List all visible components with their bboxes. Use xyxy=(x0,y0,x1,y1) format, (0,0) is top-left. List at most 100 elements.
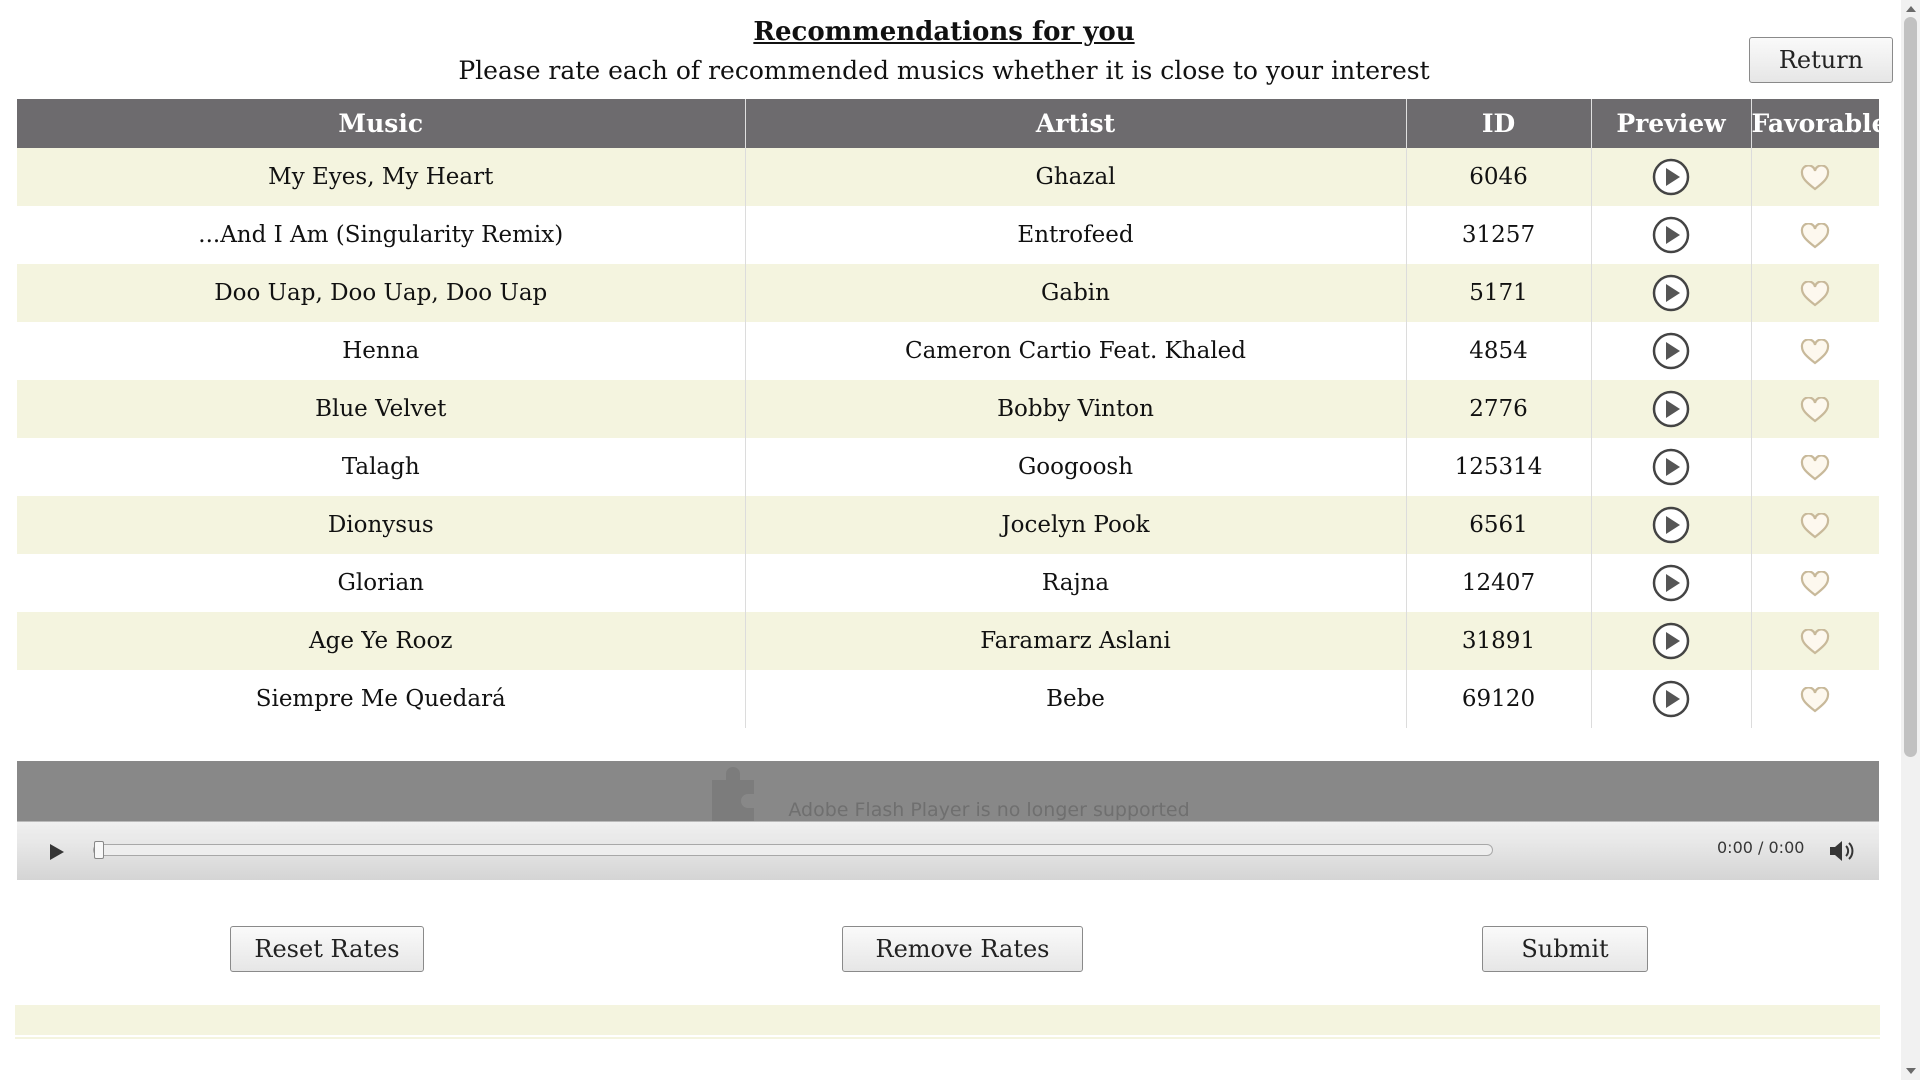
favorable-cell xyxy=(1751,496,1879,554)
footer-divider xyxy=(15,1037,1880,1039)
favorable-cell xyxy=(1751,438,1879,496)
music-title: Glorian xyxy=(17,554,746,612)
play-circle-icon[interactable] xyxy=(1651,331,1691,371)
table-row: ...And I Am (Singularity Remix) Entrofeed… xyxy=(17,206,1879,264)
play-circle-icon[interactable] xyxy=(1651,273,1691,313)
favorable-cell xyxy=(1751,148,1879,206)
column-header-music: Music xyxy=(17,99,746,148)
artist-name: Rajna xyxy=(745,554,1407,612)
table-row: Henna Cameron Cartio Feat. Khaled 4854 xyxy=(17,322,1879,380)
heart-outline-icon[interactable] xyxy=(1800,221,1830,249)
preview-cell xyxy=(1591,206,1752,264)
favorable-cell xyxy=(1751,206,1879,264)
play-circle-icon[interactable] xyxy=(1651,215,1691,255)
artist-name: Bobby Vinton xyxy=(745,380,1407,438)
play-circle-icon[interactable] xyxy=(1651,389,1691,429)
scroll-thumb[interactable] xyxy=(1904,17,1917,757)
music-title: My Eyes, My Heart xyxy=(17,148,746,206)
scroll-down-arrow-icon[interactable] xyxy=(1906,1068,1916,1074)
music-id: 2776 xyxy=(1406,380,1592,438)
column-header-artist: Artist xyxy=(745,99,1407,148)
music-id: 125314 xyxy=(1406,438,1592,496)
table-row: Blue Velvet Bobby Vinton 2776 xyxy=(17,380,1879,438)
preview-cell xyxy=(1591,670,1752,728)
page-title: Recommendations for you xyxy=(753,17,1135,47)
preview-cell xyxy=(1591,264,1752,322)
preview-cell xyxy=(1591,438,1752,496)
play-icon[interactable] xyxy=(45,841,67,863)
artist-name: Cameron Cartio Feat. Khaled xyxy=(745,322,1407,380)
heart-outline-icon[interactable] xyxy=(1800,627,1830,655)
artist-name: Ghazal xyxy=(745,148,1407,206)
play-circle-icon[interactable] xyxy=(1651,563,1691,603)
music-title: Blue Velvet xyxy=(17,380,746,438)
music-id: 5171 xyxy=(1406,264,1592,322)
heart-outline-icon[interactable] xyxy=(1800,569,1830,597)
play-circle-icon[interactable] xyxy=(1651,621,1691,661)
scroll-up-arrow-icon[interactable] xyxy=(1906,6,1916,12)
play-circle-icon[interactable] xyxy=(1651,157,1691,197)
reset-rates-button[interactable]: Reset Rates xyxy=(230,926,424,972)
return-button[interactable]: Return xyxy=(1749,37,1893,83)
table-row: Talagh Googoosh 125314 xyxy=(17,438,1879,496)
submit-button[interactable]: Submit xyxy=(1482,926,1648,972)
favorable-cell xyxy=(1751,670,1879,728)
artist-name: Jocelyn Pook xyxy=(745,496,1407,554)
vertical-scrollbar[interactable] xyxy=(1901,0,1920,1080)
preview-cell xyxy=(1591,380,1752,438)
music-title: Talagh xyxy=(17,438,746,496)
music-title: Age Ye Rooz xyxy=(17,612,746,670)
music-id: 12407 xyxy=(1406,554,1592,612)
preview-cell xyxy=(1591,554,1752,612)
music-id: 6046 xyxy=(1406,148,1592,206)
preview-cell xyxy=(1591,496,1752,554)
column-header-preview: Preview xyxy=(1591,99,1752,148)
heart-outline-icon[interactable] xyxy=(1800,279,1830,307)
favorable-cell xyxy=(1751,322,1879,380)
play-circle-icon[interactable] xyxy=(1651,505,1691,545)
plugin-puzzle-icon xyxy=(712,767,755,822)
column-header-favorable: Favorable xyxy=(1751,99,1888,148)
column-header-id: ID xyxy=(1406,99,1592,148)
music-id: 6561 xyxy=(1406,496,1592,554)
table-row: Dionysus Jocelyn Pook 6561 xyxy=(17,496,1879,554)
favorable-cell xyxy=(1751,264,1879,322)
heart-outline-icon[interactable] xyxy=(1800,395,1830,423)
footer-band xyxy=(15,1005,1880,1035)
artist-name: Googoosh xyxy=(745,438,1407,496)
music-title: ...And I Am (Singularity Remix) xyxy=(17,206,746,264)
heart-outline-icon[interactable] xyxy=(1800,163,1830,191)
play-circle-icon[interactable] xyxy=(1651,447,1691,487)
heart-outline-icon[interactable] xyxy=(1800,337,1830,365)
remove-rates-button[interactable]: Remove Rates xyxy=(842,926,1083,972)
volume-icon[interactable] xyxy=(1827,839,1855,863)
music-title: Doo Uap, Doo Uap, Doo Uap xyxy=(17,264,746,322)
table-row: My Eyes, My Heart Ghazal 6046 xyxy=(17,148,1879,206)
time-display: 0:00 / 0:00 xyxy=(1717,838,1805,857)
heart-outline-icon[interactable] xyxy=(1800,453,1830,481)
artist-name: Bebe xyxy=(745,670,1407,728)
favorable-cell xyxy=(1751,612,1879,670)
favorable-cell xyxy=(1751,554,1879,612)
music-id: 4854 xyxy=(1406,322,1592,380)
favorable-cell xyxy=(1751,380,1879,438)
artist-name: Gabin xyxy=(745,264,1407,322)
play-circle-icon[interactable] xyxy=(1651,679,1691,719)
audio-player: Adobe Flash Player is no longer supporte… xyxy=(17,761,1879,880)
table-row: Siempre Me Quedará Bebe 69120 xyxy=(17,670,1879,728)
artist-name: Faramarz Aslani xyxy=(745,612,1407,670)
music-title: Siempre Me Quedará xyxy=(17,670,746,728)
preview-cell xyxy=(1591,148,1752,206)
music-id: 69120 xyxy=(1406,670,1592,728)
flash-message-text: Adobe Flash Player is no longer supporte… xyxy=(788,799,1190,821)
music-id: 31257 xyxy=(1406,206,1592,264)
preview-cell xyxy=(1591,322,1752,380)
player-controls: 0:00 / 0:00 xyxy=(17,821,1879,880)
table-row: Doo Uap, Doo Uap, Doo Uap Gabin 5171 xyxy=(17,264,1879,322)
heart-outline-icon[interactable] xyxy=(1800,685,1830,713)
heart-outline-icon[interactable] xyxy=(1800,511,1830,539)
seek-thumb[interactable] xyxy=(94,841,104,859)
seek-bar[interactable] xyxy=(93,841,1493,859)
table-row: Age Ye Rooz Faramarz Aslani 31891 xyxy=(17,612,1879,670)
music-title: Henna xyxy=(17,322,746,380)
